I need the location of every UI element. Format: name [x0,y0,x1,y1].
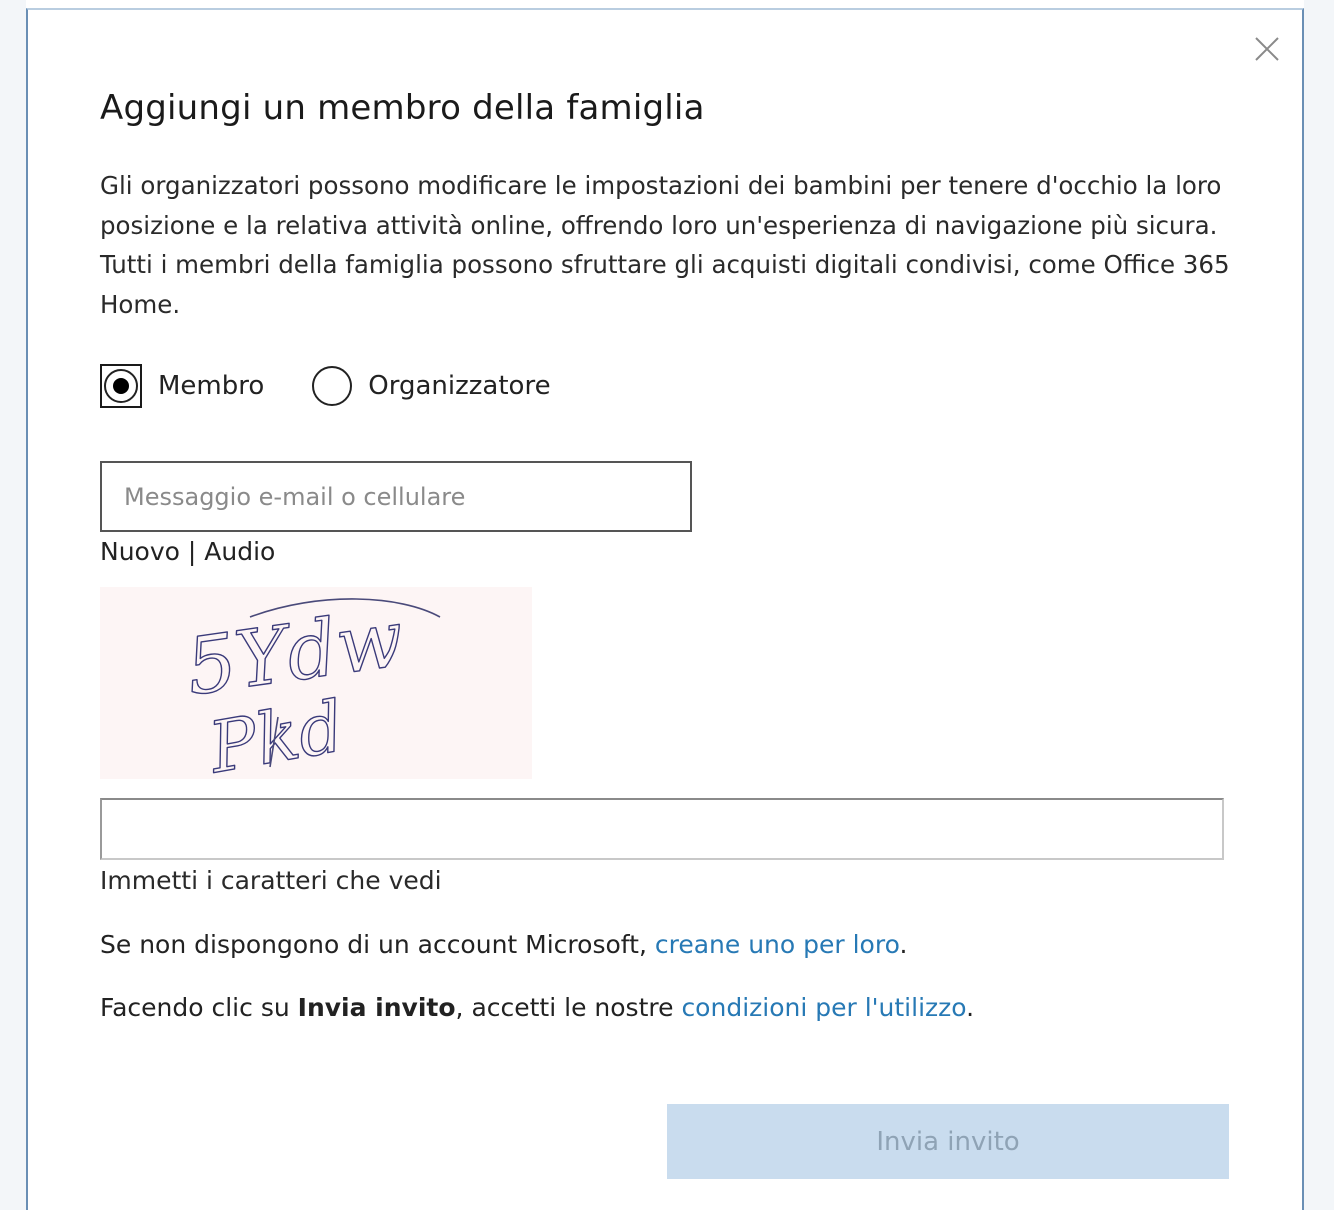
radio-membro-circle[interactable] [104,369,138,403]
background-page-left [0,0,26,1210]
dialog-title: Aggiungi un membro della famiglia [100,88,705,128]
create-suffix: . [899,930,908,959]
radio-selected-dot [113,378,129,394]
captcha-new-link[interactable]: Nuovo [100,537,180,566]
captcha-audio-link[interactable]: Audio [204,537,275,566]
terms-prefix: Facendo clic su [100,993,290,1022]
captcha-image: 5Ydw Pkd [100,587,532,790]
close-icon [1255,37,1279,61]
radio-membro-label[interactable]: Membro [158,371,264,401]
captcha-hint: Immetti i caratteri che vedi [100,866,442,895]
dialog-description: Gli organizzatori possono modificare le … [100,171,1230,319]
no-account-text: Se non dispongono di un account Microsof… [100,930,647,959]
terms-of-use-link[interactable]: condizioni per l'utilizzo [681,993,966,1022]
radio-membro[interactable]: Membro [100,364,264,408]
focus-outline [100,364,142,408]
no-account-notice: Se non dispongono di un account Microsof… [100,930,907,959]
captcha-image-graphic: 5Ydw Pkd [180,593,441,790]
add-family-member-dialog: Aggiungi un membro della famiglia Gli or… [26,8,1304,1210]
terms-middle: , accetti le nostre [455,993,674,1022]
captcha-links: Nuovo | Audio [100,537,275,566]
send-invite-button[interactable]: Invia invito [667,1104,1229,1179]
background-page-right [1304,0,1334,1210]
role-radio-group: Membro Organizzatore [100,362,551,410]
terms-notice: Facendo clic su Invia invito, accetti le… [100,993,974,1022]
terms-suffix: . [966,993,975,1022]
terms-bold-action: Invia invito [297,993,456,1022]
create-account-link[interactable]: creane uno per loro [655,930,900,959]
radio-organizzatore-label[interactable]: Organizzatore [368,371,550,401]
close-button[interactable] [1252,34,1282,64]
captcha-answer-input[interactable] [100,798,1224,860]
captcha-separator: | [187,537,197,566]
radio-organizzatore-circle[interactable] [312,366,353,406]
radio-organizzatore[interactable]: Organizzatore [312,366,551,406]
email-or-phone-input[interactable] [100,461,692,532]
